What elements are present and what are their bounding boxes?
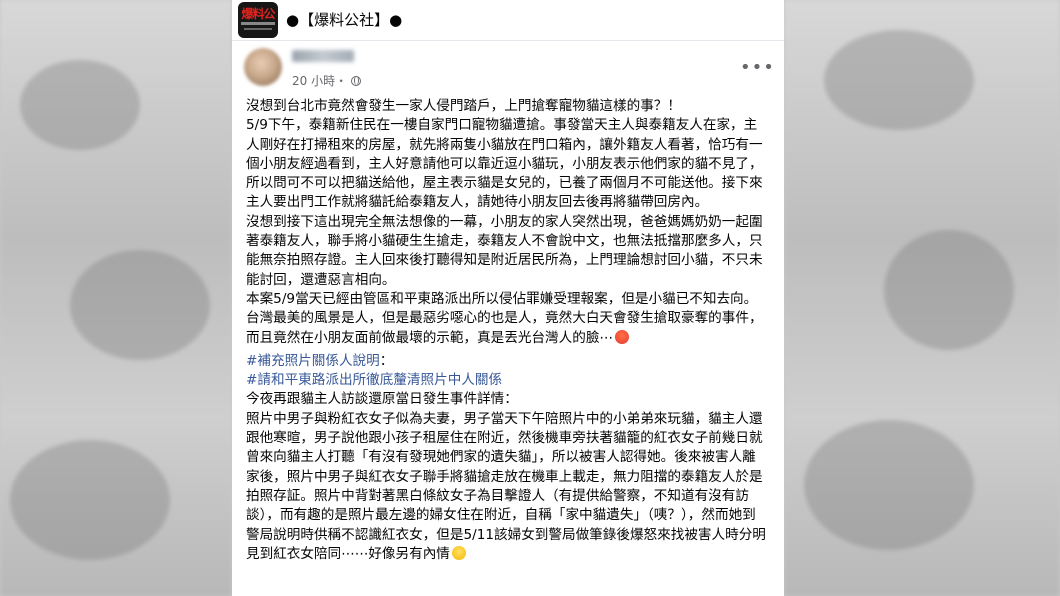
post-meta: 20 小時・ [292, 72, 362, 89]
post-body: 沒想到台北市竟然會發生一家人侵門踏戶，上門搶奪寵物貓這樣的事？！ 5/9下午，泰… [246, 97, 768, 564]
hashtag-line: #補充照片關係人說明： [246, 352, 768, 371]
background-blur-shape [10, 440, 170, 560]
author-avatar[interactable] [244, 48, 282, 86]
globe-icon[interactable] [351, 75, 362, 86]
background-blur-shape [70, 250, 210, 360]
logo-decoration [241, 22, 275, 25]
post-paragraph-with-emoji: 台灣最美的風景是人，但是最惡劣噁心的也是人，竟然大白天會發生搶取豪奪的事件，而且… [246, 309, 768, 348]
post-paragraph-text: 照片中男子與粉紅衣女子似為夫妻，男子當天下午陪照片中的小弟弟來玩貓，貓主人還跟他… [246, 410, 766, 562]
post-paragraph: 沒想到接下這出現完全無法想像的一幕，小朋友的家人突然出現，爸爸媽媽奶奶一起圍著泰… [246, 213, 763, 288]
blurred-background-left [0, 0, 232, 596]
background-blur-shape [804, 420, 974, 550]
post-paragraph: 本案5/9當天已經由管區和平東路派出所以侵佔罪嫌受理報案，但是小貓已不知去向。 [246, 290, 758, 307]
hashtag-link[interactable]: #請和平東路派出所徹底釐清照片中人關係 [246, 372, 502, 388]
post-paragraph: 沒想到台北市竟然會發生一家人侵門踏戶，上門搶奪寵物貓這樣的事？！ [246, 98, 681, 114]
group-logo-text: 爆料公 [241, 7, 275, 21]
group-header: 爆料公 ●【爆料公社】● [232, 0, 784, 41]
blurred-background-right [784, 0, 1060, 596]
post-paragraph-with-emoji: 照片中男子與粉紅衣女子似為夫妻，男子當天下午陪照片中的小弟弟來玩貓，貓主人還跟他… [246, 410, 768, 564]
thinking-face-emoji-icon [451, 545, 466, 560]
hashtag-line: #請和平東路派出所徹底釐清照片中人關係 [246, 371, 768, 390]
group-name[interactable]: ●【爆料公社】● [286, 9, 402, 30]
post-paragraph: 5/9下午，泰籍新住民在一樓自家門口寵物貓遭搶。事發當天主人與泰籍友人在家，主人… [246, 117, 763, 211]
angry-face-emoji-icon [615, 329, 630, 344]
background-blur-shape [884, 230, 1014, 350]
author-name-blurred[interactable] [292, 50, 354, 62]
post-paragraph-text: 台灣最美的風景是人，但是最惡劣噁心的也是人，竟然大白天會發生搶取豪奪的事件，而且… [246, 310, 763, 346]
post-paragraph: 今夜再跟貓主人訪談還原當日發生事件詳情： [246, 391, 518, 408]
background-blur-shape [824, 30, 974, 130]
group-logo[interactable]: 爆料公 [238, 2, 278, 38]
logo-decoration [244, 28, 272, 30]
background-blur-shape [20, 60, 140, 150]
hashtag-link[interactable]: #補充照片關係人說明 [246, 353, 380, 369]
hashtag-suffix: ： [379, 352, 394, 369]
facebook-post-card: 爆料公 ●【爆料公社】● 20 小時・ ••• 沒想到台北市竟然會發生一家人侵門… [232, 0, 784, 596]
more-options-icon[interactable]: ••• [740, 59, 774, 77]
post-timestamp[interactable]: 20 小時・ [292, 72, 347, 89]
